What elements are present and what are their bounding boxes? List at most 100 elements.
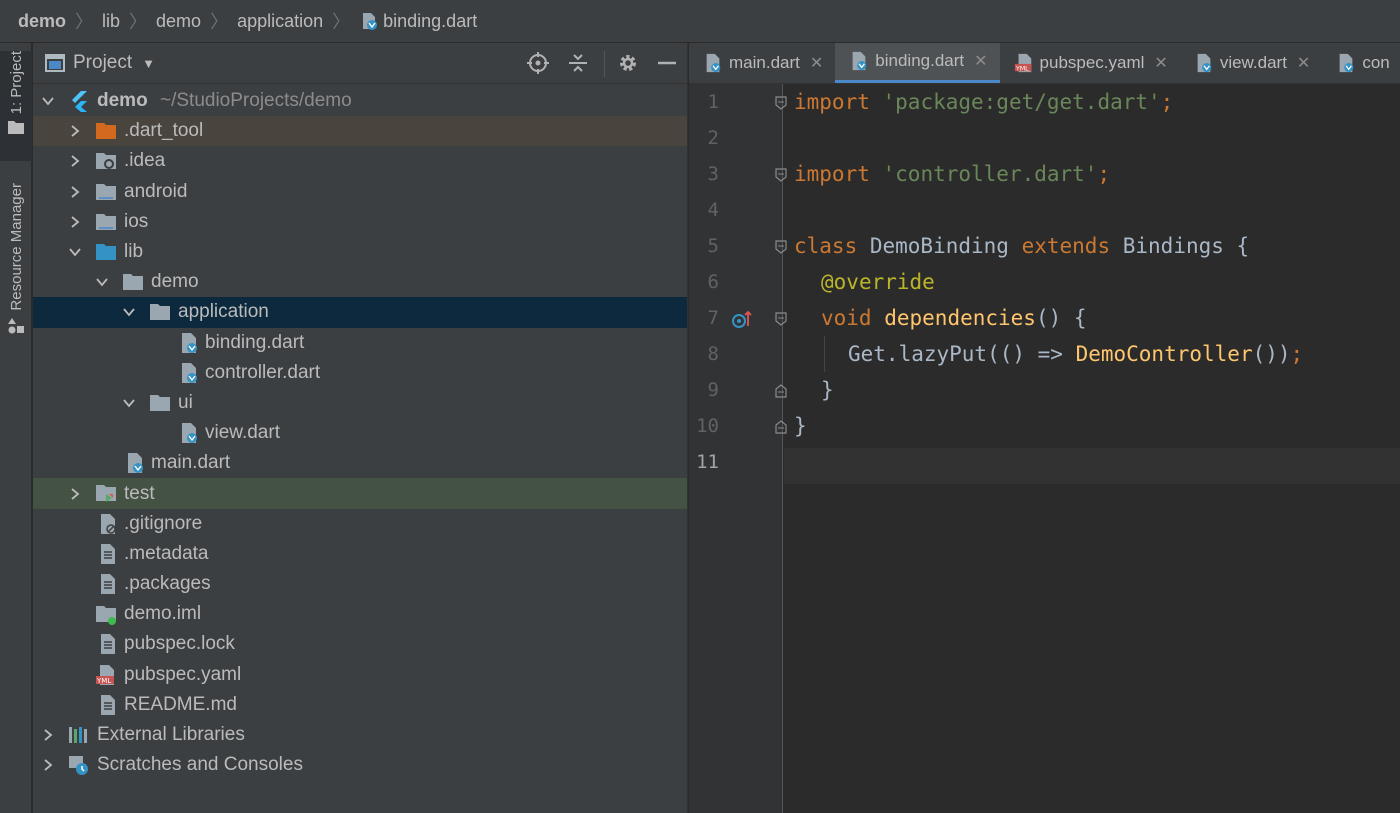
tree-item-pubspec-yaml[interactable]: YML pubspec.yaml bbox=[33, 660, 687, 690]
locate-icon[interactable] bbox=[527, 52, 549, 74]
fold-marker-icon[interactable] bbox=[775, 168, 787, 182]
tab-controller-dart[interactable]: con bbox=[1322, 43, 1400, 83]
chevron-down-icon[interactable] bbox=[122, 396, 136, 410]
collapse-all-icon[interactable] bbox=[567, 52, 589, 74]
tree-item-view-dart[interactable]: view.dart bbox=[33, 418, 687, 448]
chevron-down-icon[interactable]: ▼ bbox=[142, 56, 155, 71]
close-icon[interactable]: ✕ bbox=[974, 51, 987, 71]
line-number: 3 bbox=[707, 163, 719, 185]
tree-item-test[interactable]: test bbox=[33, 478, 687, 509]
chevron-down-icon[interactable] bbox=[41, 94, 55, 108]
tree-item-dart-tool[interactable]: .dart_tool bbox=[33, 116, 687, 147]
tree-item-path: ~/StudioProjects/demo bbox=[160, 90, 352, 112]
tree-item-gitignore[interactable]: .gitignore bbox=[33, 509, 687, 539]
chevron-right-icon: 〉 bbox=[210, 12, 229, 32]
breadcrumb-item-demo[interactable]: demo bbox=[18, 11, 66, 32]
tree-item-label: demo bbox=[151, 271, 199, 293]
tree-item-demo-root[interactable]: demo ~/StudioProjects/demo bbox=[33, 86, 687, 116]
fold-marker-icon[interactable] bbox=[775, 240, 787, 254]
chevron-right-icon[interactable] bbox=[68, 215, 82, 229]
close-icon[interactable]: ✕ bbox=[1297, 53, 1310, 73]
tree-item-binding-dart[interactable]: binding.dart bbox=[33, 328, 687, 358]
tab-pubspec-yaml[interactable]: YML pubspec.yaml ✕ bbox=[1000, 43, 1180, 83]
chevron-down-icon[interactable] bbox=[122, 305, 136, 319]
fold-marker-icon[interactable] bbox=[775, 312, 787, 326]
tool-tab-project[interactable]: 1: Project bbox=[0, 51, 32, 161]
fold-end-marker-icon[interactable] bbox=[775, 384, 787, 398]
keyword: void bbox=[821, 306, 872, 330]
chevron-right-icon[interactable] bbox=[68, 124, 82, 138]
tree-item-android[interactable]: android bbox=[33, 177, 687, 207]
chevron-right-icon[interactable] bbox=[68, 185, 82, 199]
tree-item-packages[interactable]: .packages bbox=[33, 569, 687, 599]
close-icon[interactable]: ✕ bbox=[810, 53, 823, 73]
semicolon: ; bbox=[1097, 162, 1111, 186]
tree-item-lib[interactable]: lib bbox=[33, 237, 687, 267]
tab-label: con bbox=[1362, 52, 1390, 72]
editor: main.dart ✕ binding.dart ✕ YML pubspec.y… bbox=[689, 43, 1400, 813]
close-icon[interactable]: ✕ bbox=[1154, 53, 1167, 73]
project-tree: demo ~/StudioProjects/demo .dart_tool .i… bbox=[33, 84, 687, 780]
tree-item-application[interactable]: application bbox=[33, 297, 687, 328]
fold-end-marker-icon[interactable] bbox=[775, 420, 787, 434]
overrides-method-icon[interactable] bbox=[731, 309, 753, 331]
line-gutter: 1 2 3 4 5 6 7 8 9 10 11 bbox=[689, 84, 787, 813]
tree-item-label: android bbox=[124, 180, 188, 202]
flutter-icon bbox=[72, 91, 87, 112]
code-line-8: Get.lazyPut(() => DemoController()); bbox=[848, 336, 1303, 372]
chevron-right-icon: 〉 bbox=[129, 12, 148, 32]
hide-panel-icon[interactable] bbox=[656, 52, 678, 74]
gear-icon[interactable] bbox=[617, 52, 639, 74]
dart-file-icon bbox=[706, 53, 721, 72]
tab-label: pubspec.yaml bbox=[1039, 52, 1145, 72]
scratches-icon bbox=[69, 756, 88, 776]
code-area[interactable]: import 'package:get/get.dart'; import 'c… bbox=[794, 84, 1400, 813]
line-number: 8 bbox=[707, 343, 719, 365]
chevron-down-icon[interactable] bbox=[68, 245, 82, 259]
tree-item-scratches[interactable]: Scratches and Consoles bbox=[33, 750, 687, 780]
breadcrumb-item-lib[interactable]: lib bbox=[102, 11, 120, 32]
tree-item-ui[interactable]: ui bbox=[33, 388, 687, 418]
line-number: 9 bbox=[707, 379, 719, 401]
tab-main-dart[interactable]: main.dart ✕ bbox=[689, 43, 835, 83]
chevron-right-icon[interactable] bbox=[68, 154, 82, 168]
code-line-5: class DemoBinding extends Bindings { bbox=[794, 228, 1249, 264]
tab-view-dart[interactable]: view.dart ✕ bbox=[1180, 43, 1323, 83]
chevron-right-icon[interactable] bbox=[68, 487, 82, 501]
tree-item-label: application bbox=[178, 301, 269, 323]
tree-item-controller-dart[interactable]: controller.dart bbox=[33, 358, 687, 388]
breadcrumb-item-binding-dart[interactable]: binding.dart bbox=[383, 11, 477, 32]
tree-item-pubspec-lock[interactable]: pubspec.lock bbox=[33, 629, 687, 659]
dart-file-icon bbox=[1197, 53, 1212, 72]
line-number: 4 bbox=[707, 199, 719, 221]
string-literal: 'controller.dart' bbox=[882, 162, 1098, 186]
fold-marker-icon[interactable] bbox=[775, 96, 787, 110]
chevron-down-icon[interactable] bbox=[95, 275, 109, 289]
chevron-right-icon[interactable] bbox=[41, 728, 55, 742]
tree-item-demo-iml[interactable]: demo.iml bbox=[33, 599, 687, 629]
tree-item-demo-folder[interactable]: demo bbox=[33, 267, 687, 297]
folder-settings-icon bbox=[96, 153, 116, 170]
breadcrumb-item-application[interactable]: application bbox=[237, 11, 323, 32]
chevron-right-icon[interactable] bbox=[41, 758, 55, 772]
code-text: } bbox=[821, 378, 834, 402]
tree-item-external-libraries[interactable]: External Libraries bbox=[33, 720, 687, 750]
folder-module-icon bbox=[96, 183, 116, 200]
yaml-file-icon: YML bbox=[96, 664, 114, 685]
project-view-selector[interactable]: Project bbox=[73, 52, 132, 74]
tree-item-main-dart[interactable]: main.dart bbox=[33, 448, 687, 478]
tree-item-ios[interactable]: ios bbox=[33, 207, 687, 237]
tree-item-metadata[interactable]: .metadata bbox=[33, 539, 687, 569]
text-file-icon bbox=[101, 694, 115, 715]
tab-binding-dart[interactable]: binding.dart ✕ bbox=[835, 43, 1000, 83]
tree-item-readme[interactable]: README.md bbox=[33, 690, 687, 720]
project-view-icon bbox=[45, 54, 65, 72]
folder-source-icon bbox=[96, 243, 116, 260]
tool-tab-resource-manager[interactable]: Resource Manager bbox=[0, 183, 32, 363]
code-line-3: import 'controller.dart'; bbox=[794, 156, 1110, 192]
tree-item-idea[interactable]: .idea bbox=[33, 146, 687, 176]
folder-icon bbox=[150, 394, 170, 411]
breadcrumb-item-demo-folder[interactable]: demo bbox=[156, 11, 201, 32]
tree-item-label: .dart_tool bbox=[124, 120, 204, 142]
folder-test-icon bbox=[96, 485, 116, 503]
